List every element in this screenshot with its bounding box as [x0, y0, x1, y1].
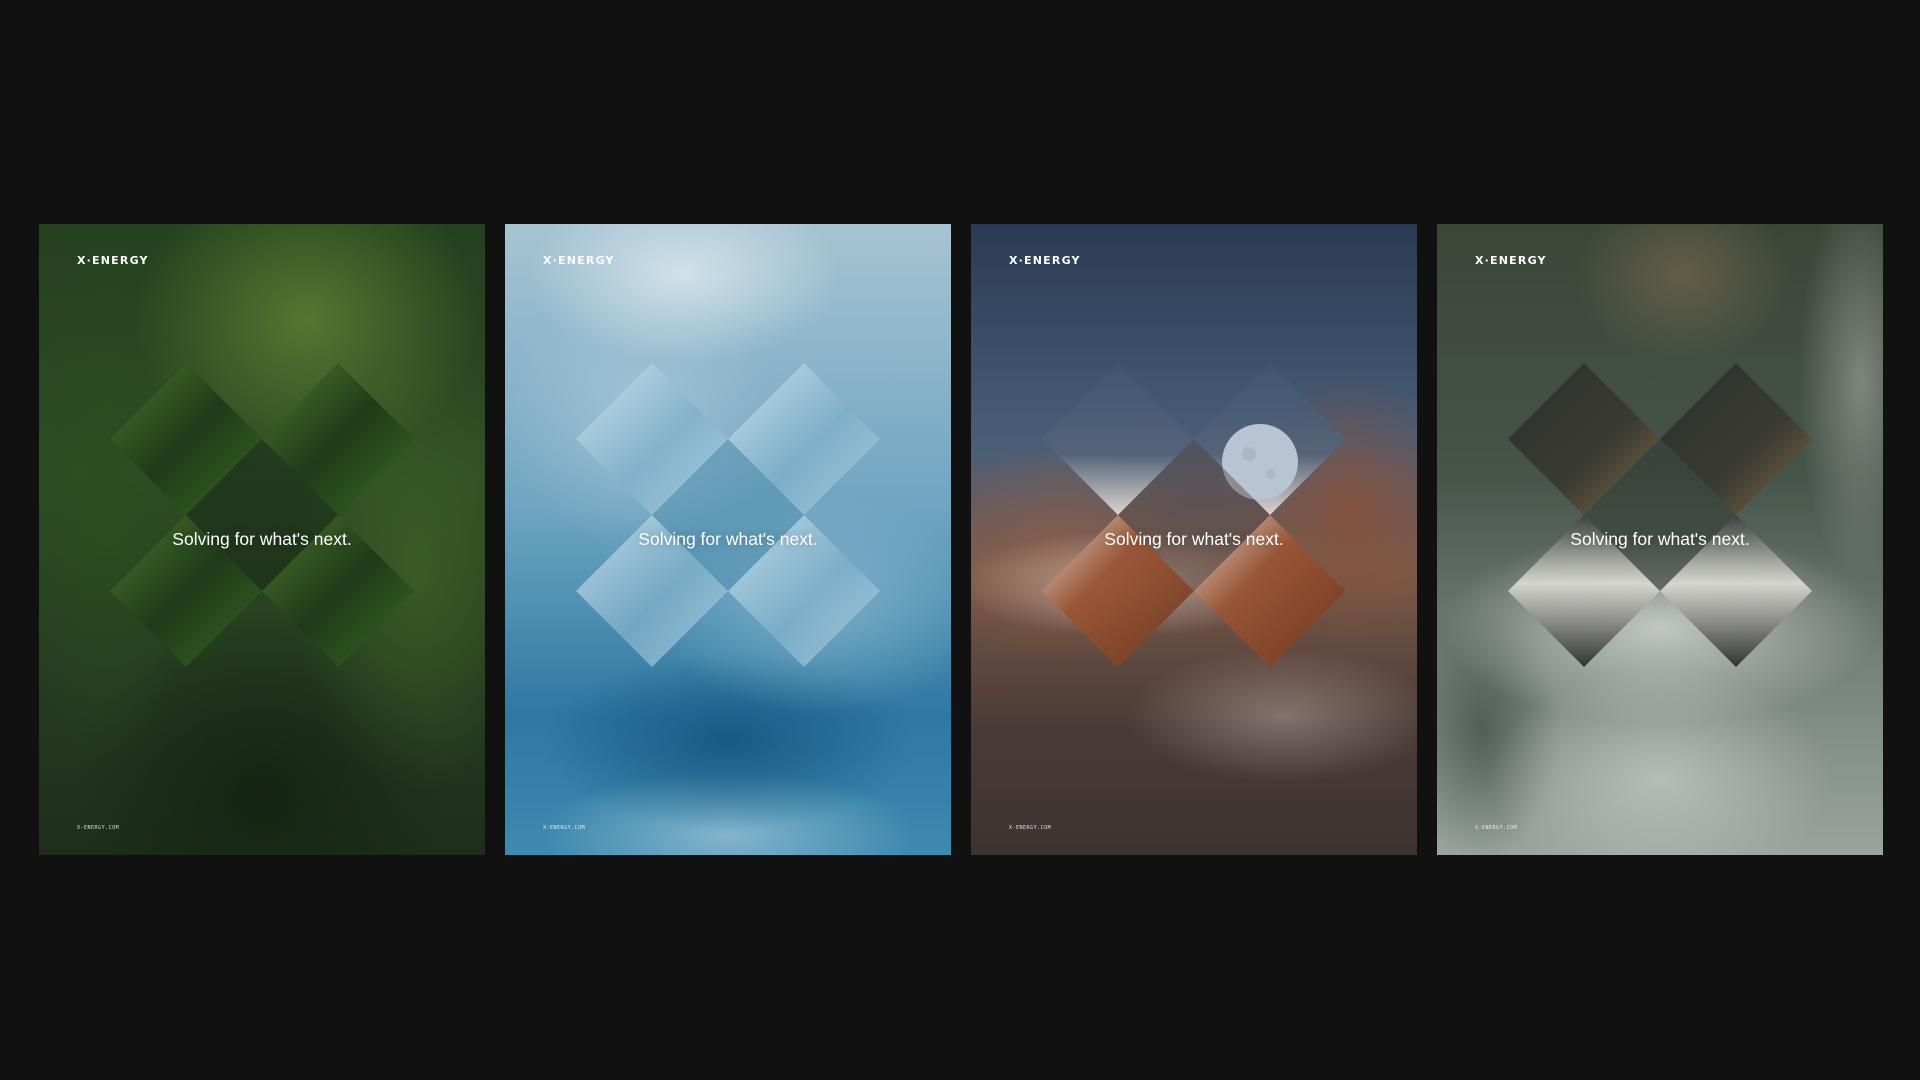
poster-tagline: Solving for what's next.: [1570, 529, 1750, 549]
website-url: X-ENERGY.COM: [77, 825, 120, 831]
poster-waterfall: X·ENERGY Solving for what's next. X-ENER…: [1437, 224, 1883, 855]
poster-clouds: X·ENERGY Solving for what's next. X-ENER…: [505, 224, 951, 855]
moon-crater: [1266, 469, 1276, 479]
website-url: X-ENERGY.COM: [1009, 825, 1052, 831]
website-url: X-ENERGY.COM: [1475, 825, 1518, 831]
poster-mountain-moon: X·ENERGY Solving for what's next. X-ENER…: [971, 224, 1417, 855]
poster-tagline: Solving for what's next.: [172, 529, 352, 549]
poster-tagline: Solving for what's next.: [1104, 529, 1284, 549]
poster-showcase: X·ENERGY Solving for what's next. X-ENER…: [0, 0, 1920, 1080]
website-url: X-ENERGY.COM: [543, 825, 586, 831]
poster-forest: X·ENERGY Solving for what's next. X-ENER…: [39, 224, 485, 855]
poster-tagline: Solving for what's next.: [638, 529, 818, 549]
moon-crater: [1242, 447, 1256, 461]
